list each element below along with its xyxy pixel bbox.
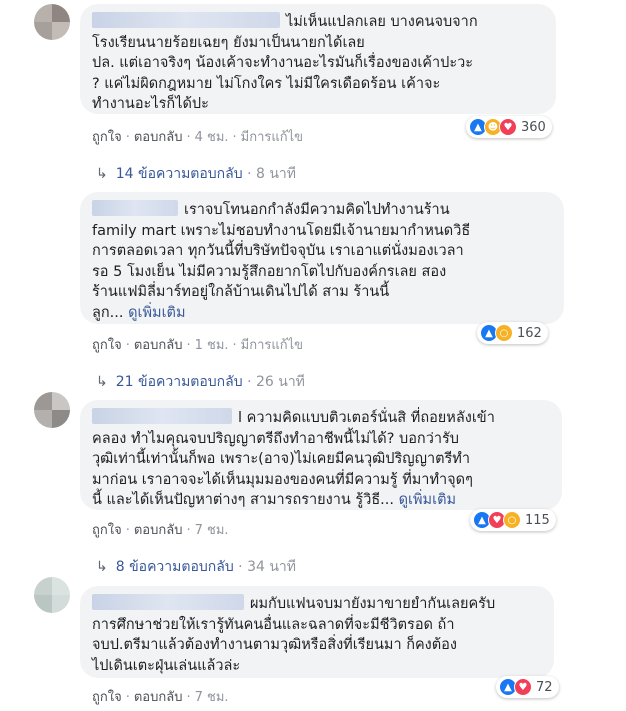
comment-text: เราจบโทนอกกำลังมีความคิดไปทำงานร้าน fami… <box>92 202 471 321</box>
see-more-link[interactable]: ดูเพิ่มเติม <box>399 492 456 508</box>
comment-actions: ถูกใจ · ตอบกลับ · 1 ชม. · มีการแก้ไข <box>92 338 304 353</box>
love-icon: ♥ <box>514 678 532 696</box>
timestamp[interactable]: 7 ชม. <box>195 690 229 705</box>
reactions-summary[interactable]: ▲ ○ 162 <box>477 322 548 344</box>
comment-bubble: l ความคิดแบบติวเตอร์นั่นสิ ที่ถอยหลังเข้… <box>80 400 562 510</box>
avatar[interactable] <box>34 4 70 40</box>
edited-label[interactable]: มีการแก้ไข <box>241 130 303 145</box>
commenter-name[interactable] <box>92 200 178 216</box>
comment-actions: ถูกใจ · ตอบกลับ · 7 ชม. <box>92 523 229 538</box>
reactions-summary[interactable]: ▲ ☻ ♥ 360 <box>466 116 552 138</box>
like-button[interactable]: ถูกใจ <box>92 130 122 145</box>
reply-button[interactable]: ตอบกลับ <box>134 523 183 538</box>
replies-time: 34 นาที <box>247 559 297 575</box>
timestamp[interactable]: 4 ชม. <box>195 130 229 145</box>
replies-time: 8 นาที <box>255 166 297 182</box>
view-replies-link[interactable]: ↳ 8 ข้อความตอบกลับ · 34 นาที <box>96 556 296 578</box>
replies-count: 21 ข้อความตอบกลับ <box>115 374 243 390</box>
like-button[interactable]: ถูกใจ <box>92 338 122 353</box>
timestamp[interactable]: 7 ชม. <box>195 523 229 538</box>
avatar[interactable] <box>34 198 70 234</box>
comment-text: ไม่เห็นแปลกเลย บางคนจบจาก โรงเรียนนายร้อ… <box>92 14 478 112</box>
reaction-count: 72 <box>536 679 553 695</box>
commenter-name[interactable] <box>92 408 232 424</box>
love-icon: ♥ <box>499 118 517 136</box>
reply-button[interactable]: ตอบกลับ <box>134 690 183 705</box>
timestamp[interactable]: 1 ชม. <box>195 338 229 353</box>
reply-arrow-icon: ↳ <box>96 166 108 182</box>
reply-button[interactable]: ตอบกลับ <box>134 338 183 353</box>
reaction-count: 360 <box>521 119 546 135</box>
comment-bubble: ผมกับแฟนจบมายังมาขายยำกันเลยครับ การศึกษ… <box>80 586 554 678</box>
avatar[interactable] <box>34 577 70 613</box>
comment-bubble: เราจบโทนอกกำลังมีความคิดไปทำงานร้าน fami… <box>80 192 564 324</box>
see-more-link[interactable]: ดูเพิ่มเติม <box>128 305 185 321</box>
commenter-name[interactable] <box>92 12 280 28</box>
commenter-name[interactable] <box>92 594 244 610</box>
comment-actions: ถูกใจ · ตอบกลับ · 4 ชม. · มีการแก้ไข <box>92 130 304 145</box>
reply-arrow-icon: ↳ <box>96 374 108 390</box>
comment-actions: ถูกใจ · ตอบกลับ · 7 ชม. <box>92 690 229 705</box>
wow-icon: ○ <box>503 511 521 529</box>
replies-count: 14 ข้อความตอบกลับ <box>115 166 243 182</box>
view-replies-link[interactable]: ↳ 21 ข้อความตอบกลับ · 26 นาที <box>96 371 305 393</box>
reactions-summary[interactable]: ▲ ♥ ○ 115 <box>470 509 556 531</box>
replies-time: 26 นาที <box>255 374 305 390</box>
comment-bubble: ไม่เห็นแปลกเลย บางคนจบจาก โรงเรียนนายร้อ… <box>80 4 556 114</box>
reaction-count: 115 <box>525 512 550 528</box>
replies-count: 8 ข้อความตอบกลับ <box>115 559 234 575</box>
reply-button[interactable]: ตอบกลับ <box>134 130 183 145</box>
reaction-count: 162 <box>517 325 542 341</box>
view-replies-link[interactable]: ↳ 14 ข้อความตอบกลับ · 8 นาที <box>96 163 296 185</box>
reactions-summary[interactable]: ▲ ♥ 72 <box>496 676 559 698</box>
avatar[interactable] <box>34 392 70 428</box>
reply-arrow-icon: ↳ <box>96 559 108 575</box>
like-button[interactable]: ถูกใจ <box>92 690 122 705</box>
edited-label[interactable]: มีการแก้ไข <box>241 338 303 353</box>
wow-icon: ○ <box>495 324 513 342</box>
like-button[interactable]: ถูกใจ <box>92 523 122 538</box>
